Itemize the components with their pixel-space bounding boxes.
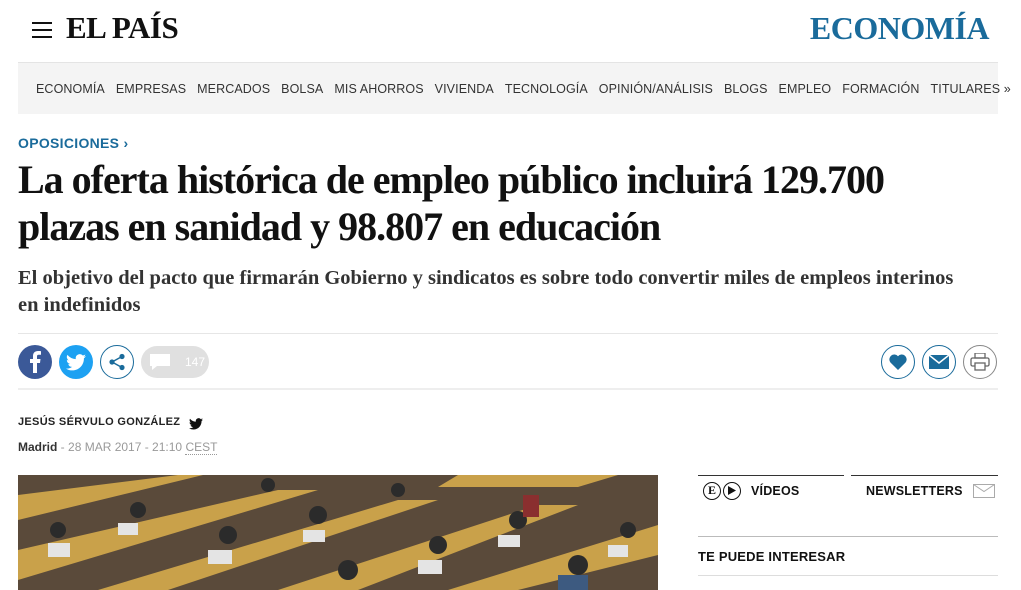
twitter-icon[interactable] <box>189 418 203 430</box>
article-actions <box>874 345 997 379</box>
section-nav: ECONOMÍA EMPRESAS MERCADOS BOLSA MIS AHO… <box>18 62 1011 114</box>
timezone: CEST <box>185 440 218 455</box>
share-button[interactable] <box>100 345 134 379</box>
nav-item-tecnologia[interactable]: TECNOLOGÍA <box>505 82 588 96</box>
dateline-separator: - <box>57 440 69 454</box>
nav-item-mis-ahorros[interactable]: MIS AHORROS <box>334 82 423 96</box>
publish-date: 28 MAR 2017 - 21:10 <box>68 440 183 454</box>
top-bar: EL PAÍS ECONOMÍA <box>0 0 1021 60</box>
mail-icon <box>929 355 949 369</box>
share-icon <box>109 353 125 371</box>
play-icon <box>723 481 741 500</box>
article-subtitle: El objetivo del pacto que firmarán Gobie… <box>18 267 954 316</box>
nav-item-empleo[interactable]: EMPLEO <box>779 82 832 96</box>
nav-item-vivienda[interactable]: VIVIENDA <box>435 82 494 96</box>
comments-button[interactable]: 147 <box>141 346 209 378</box>
envelope-icon <box>972 483 995 498</box>
comment-icon <box>150 354 170 370</box>
twitter-icon <box>66 353 86 370</box>
el-pais-icon: E <box>703 481 721 500</box>
section-title[interactable]: ECONOMÍA <box>810 10 990 47</box>
share-bar: 147 <box>18 345 209 379</box>
print-icon <box>970 353 990 371</box>
videos-label: VÍDEOS <box>751 483 800 498</box>
email-button[interactable] <box>922 345 956 379</box>
comment-count: 147 <box>185 355 206 369</box>
nav-item-opinion[interactable]: OPINIÓN/ANÁLISIS <box>599 82 713 96</box>
facebook-share-button[interactable] <box>18 345 52 379</box>
videos-link[interactable]: E VÍDEOS <box>698 475 844 505</box>
print-button[interactable] <box>963 345 997 379</box>
menu-icon[interactable] <box>32 22 52 38</box>
exam-hall-photo <box>18 475 658 590</box>
newsletters-label: NEWSLETTERS <box>866 483 963 498</box>
related-heading: TE PUEDE INTERESAR <box>698 548 846 564</box>
divider <box>18 333 998 334</box>
nav-item-blogs[interactable]: BLOGS <box>724 82 768 96</box>
newsletters-link[interactable]: NEWSLETTERS <box>851 475 998 505</box>
article-photo[interactable] <box>18 475 658 590</box>
divider <box>18 388 998 390</box>
nav-item-titulares[interactable]: TITULARES » <box>931 82 1011 96</box>
save-button[interactable] <box>881 345 915 379</box>
twitter-share-button[interactable] <box>59 345 93 379</box>
site-logo[interactable]: EL PAÍS <box>66 10 179 46</box>
author-name[interactable]: JESÚS SÉRVULO GONZÁLEZ <box>18 416 180 428</box>
nav-item-empresas[interactable]: EMPRESAS <box>116 82 186 96</box>
nav-item-economia[interactable]: ECONOMÍA <box>36 82 105 96</box>
dateline: Madrid - 28 MAR 2017 - 21:10 CEST <box>18 440 218 455</box>
nav-item-bolsa[interactable]: BOLSA <box>281 82 323 96</box>
facebook-icon <box>30 351 41 373</box>
dateline-city: Madrid <box>18 440 58 454</box>
article-headline: La oferta histórica de empleo público in… <box>18 157 885 249</box>
nav-item-formacion[interactable]: FORMACIÓN <box>842 82 919 96</box>
heart-icon <box>889 354 907 370</box>
related-section: TE PUEDE INTERESAR <box>698 536 998 576</box>
article-kicker[interactable]: OPOSICIONES › <box>18 135 128 151</box>
nav-item-mercados[interactable]: MERCADOS <box>197 82 270 96</box>
